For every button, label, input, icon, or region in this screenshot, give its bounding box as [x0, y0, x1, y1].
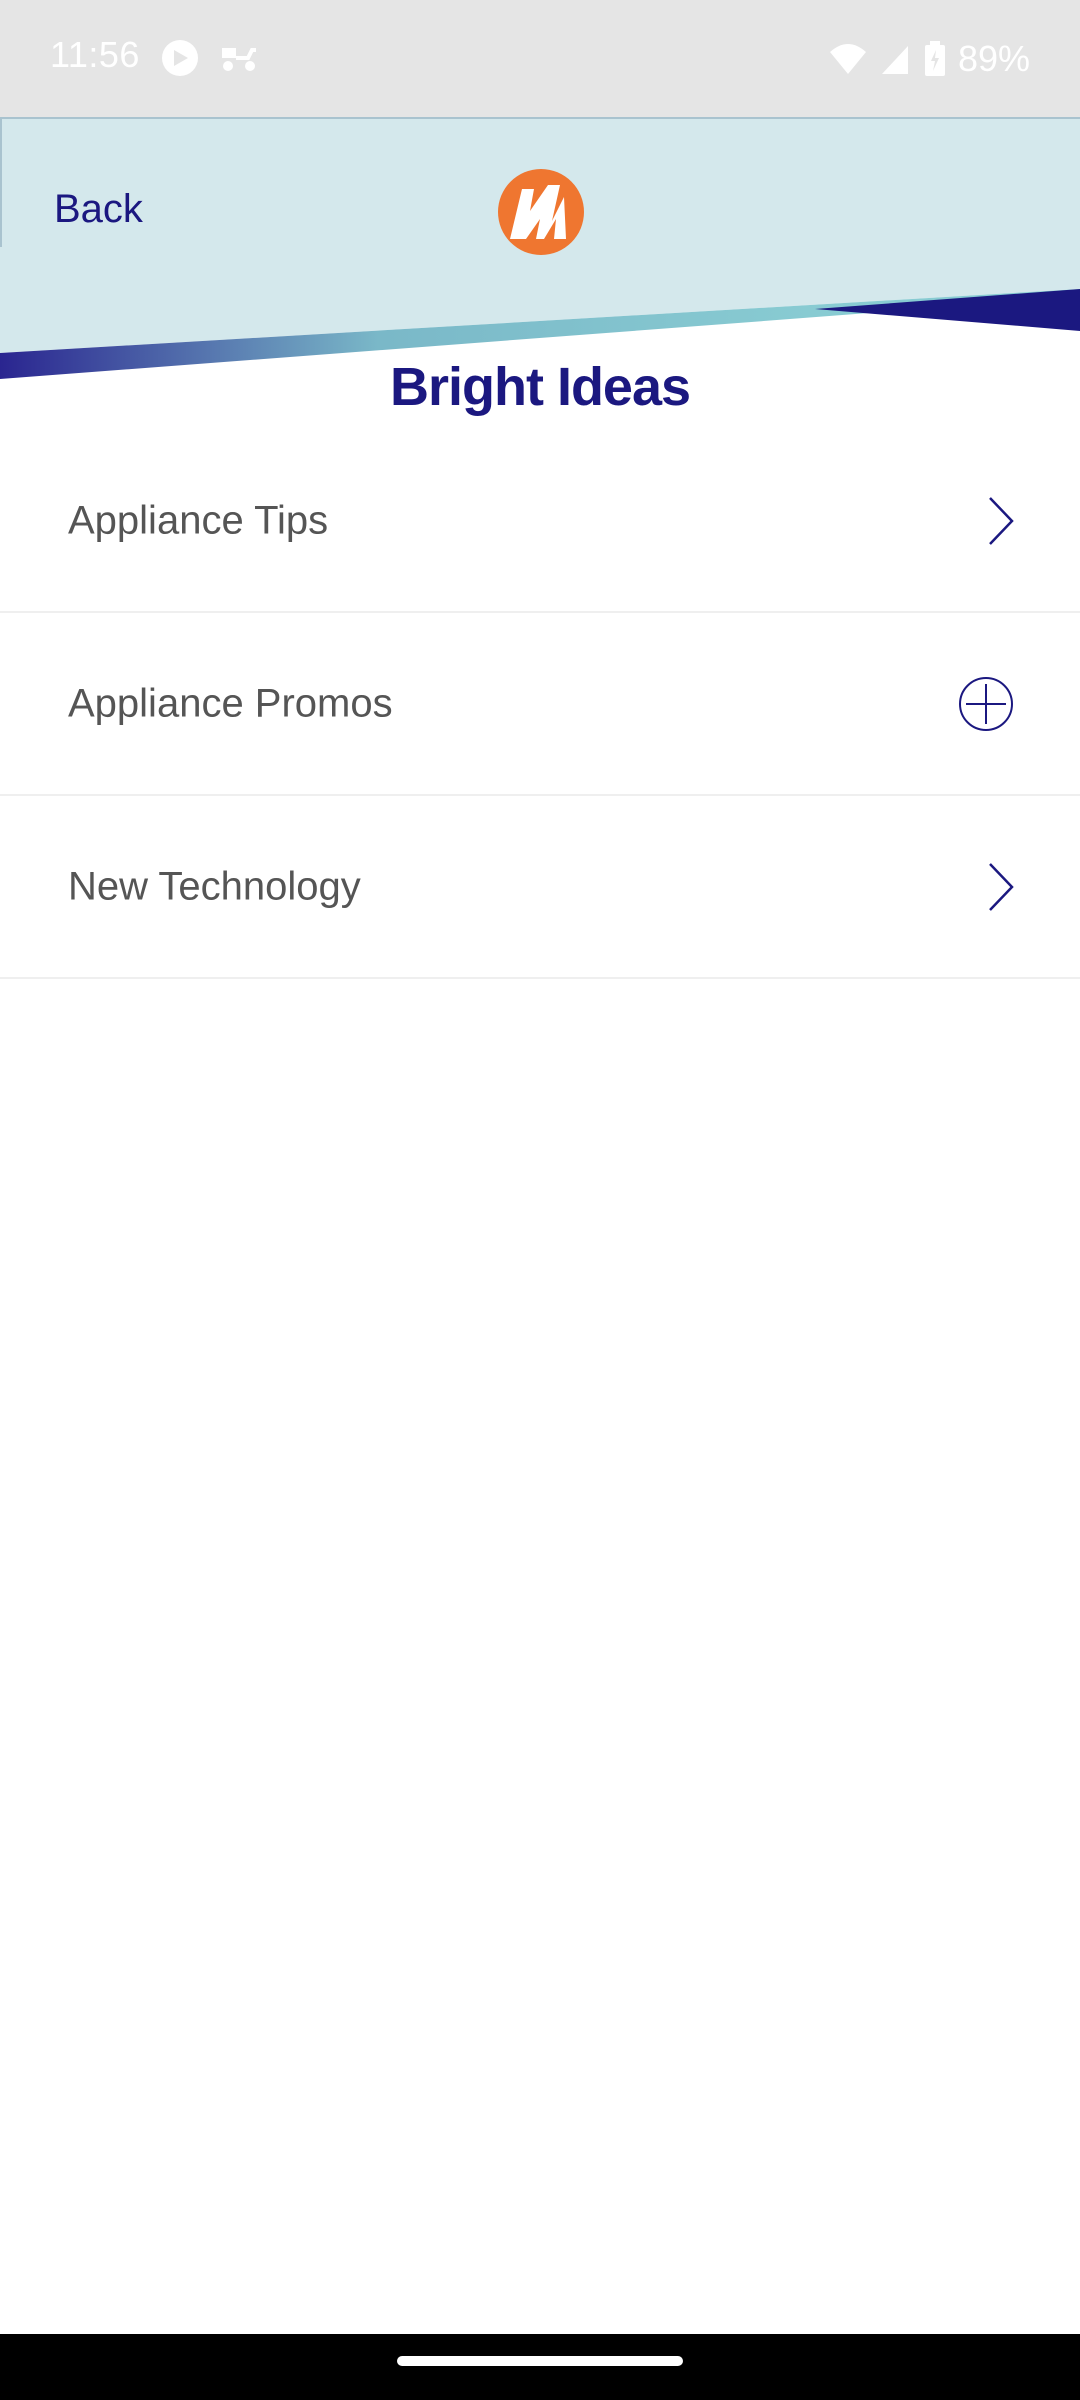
page-title: Bright Ideas	[389, 357, 691, 417]
status-bar: 11:56 89%	[0, 0, 1080, 117]
list-item-appliance-tips[interactable]: Appliance Tips	[0, 430, 1080, 613]
signal-icon	[881, 46, 908, 74]
list-item-new-technology[interactable]: New Technology	[0, 796, 1080, 979]
list-item-label: New Technology	[68, 864, 361, 908]
list-item-label: Appliance Tips	[68, 498, 329, 542]
plus-circle-icon	[959, 676, 1013, 731]
status-indicators: 89%	[828, 34, 1030, 84]
wifi-icon	[829, 44, 866, 74]
battery-percent: 89%	[957, 38, 1030, 79]
delivery-scooter-icon	[222, 48, 256, 71]
back-button[interactable]: Back	[54, 187, 143, 232]
brand-logo-icon	[498, 169, 584, 255]
topic-list: Appliance Tips Appliance Promos New Tech…	[0, 430, 1080, 979]
list-item-label: Appliance Promos	[68, 681, 393, 725]
app-header: Back	[0, 117, 1080, 379]
chevron-right-icon	[989, 496, 1014, 545]
home-gesture-handle[interactable]	[397, 2356, 683, 2366]
chevron-right-icon	[989, 862, 1014, 911]
battery-icon	[924, 41, 945, 76]
list-item-appliance-promos[interactable]: Appliance Promos	[0, 613, 1080, 796]
sync-app-icon	[162, 40, 198, 76]
status-time: 11:56	[50, 34, 140, 75]
system-navigation-bar	[0, 2334, 1080, 2400]
